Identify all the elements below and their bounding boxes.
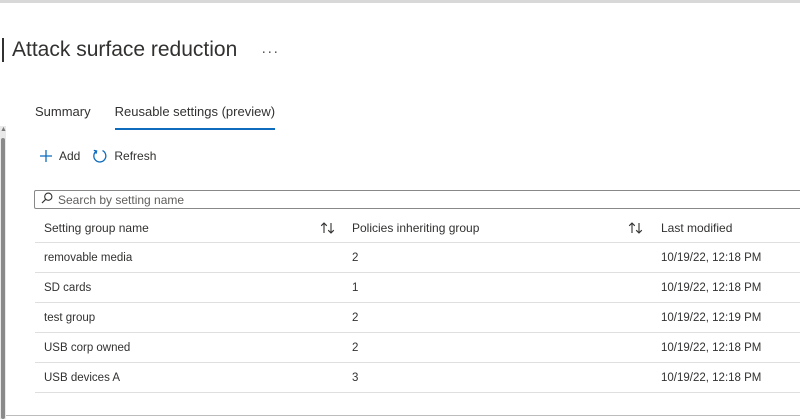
sort-icon[interactable] [320,213,336,242]
last-modified-cell: 10/19/22, 12:18 PM [661,251,762,264]
more-options-button[interactable]: ··· [261,44,279,59]
table-row[interactable]: removable media 2 10/19/22, 12:18 PM [35,243,800,273]
setting-group-name-cell[interactable]: USB corp owned [44,333,130,362]
last-modified-cell: 10/19/22, 12:18 PM [661,341,762,354]
add-button-label: Add [59,149,81,163]
policies-count-cell: 3 [352,371,359,384]
refresh-button[interactable]: Refresh [92,148,156,164]
plus-icon [39,149,53,163]
tab-bar: Summary Reusable settings (preview) [35,104,299,130]
setting-group-name-cell[interactable]: test group [44,303,95,332]
scroll-up-arrow-icon[interactable]: ▲ [0,126,7,134]
add-button[interactable]: Add [39,149,80,163]
column-header-last-modified[interactable]: Last modified [661,213,732,242]
setting-group-name-cell[interactable]: removable media [44,243,132,272]
page-header: Attack surface reduction ··· [0,34,279,66]
tab-summary[interactable]: Summary [35,104,91,128]
command-bar: Add Refresh [39,144,168,168]
column-header-policies-inheriting-group[interactable]: Policies inheriting group [352,213,479,242]
bottom-border [6,415,800,416]
setting-group-name-cell[interactable]: SD cards [44,273,91,302]
last-modified-cell: 10/19/22, 12:19 PM [661,311,762,324]
app-frame: ▲ Attack surface reduction ··· Summary R… [0,0,800,419]
last-modified-cell: 10/19/22, 12:18 PM [661,281,762,294]
settings-table: Setting group name Policies inheriting g… [35,213,800,393]
policies-count-cell: 2 [352,311,359,324]
policies-count-cell: 2 [352,341,359,354]
setting-group-name-cell[interactable]: USB devices A [44,363,120,392]
last-modified-cell: 10/19/22, 12:18 PM [661,371,762,384]
scrollbar-thumb[interactable] [1,138,5,419]
search-icon [41,191,53,209]
refresh-button-label: Refresh [114,149,157,163]
sort-icon[interactable] [628,213,644,242]
refresh-icon [92,148,108,164]
title-separator [2,38,4,62]
page-title: Attack surface reduction [12,38,238,61]
table-row[interactable]: USB devices A 3 10/19/22, 12:18 PM [35,363,800,393]
search-input[interactable] [58,192,758,207]
table-row[interactable]: USB corp owned 2 10/19/22, 12:18 PM [35,333,800,363]
column-header-setting-group-name[interactable]: Setting group name [44,213,149,242]
policies-count-cell: 2 [352,251,359,264]
tab-reusable-settings[interactable]: Reusable settings (preview) [114,104,276,130]
policies-count-cell: 1 [352,281,359,294]
vertical-scrollbar[interactable]: ▲ [0,126,7,419]
table-header-row: Setting group name Policies inheriting g… [35,213,800,243]
table-row[interactable]: test group 2 10/19/22, 12:19 PM [35,303,800,333]
top-border [0,0,800,3]
search-box[interactable] [34,190,800,209]
table-row[interactable]: SD cards 1 10/19/22, 12:18 PM [35,273,800,303]
